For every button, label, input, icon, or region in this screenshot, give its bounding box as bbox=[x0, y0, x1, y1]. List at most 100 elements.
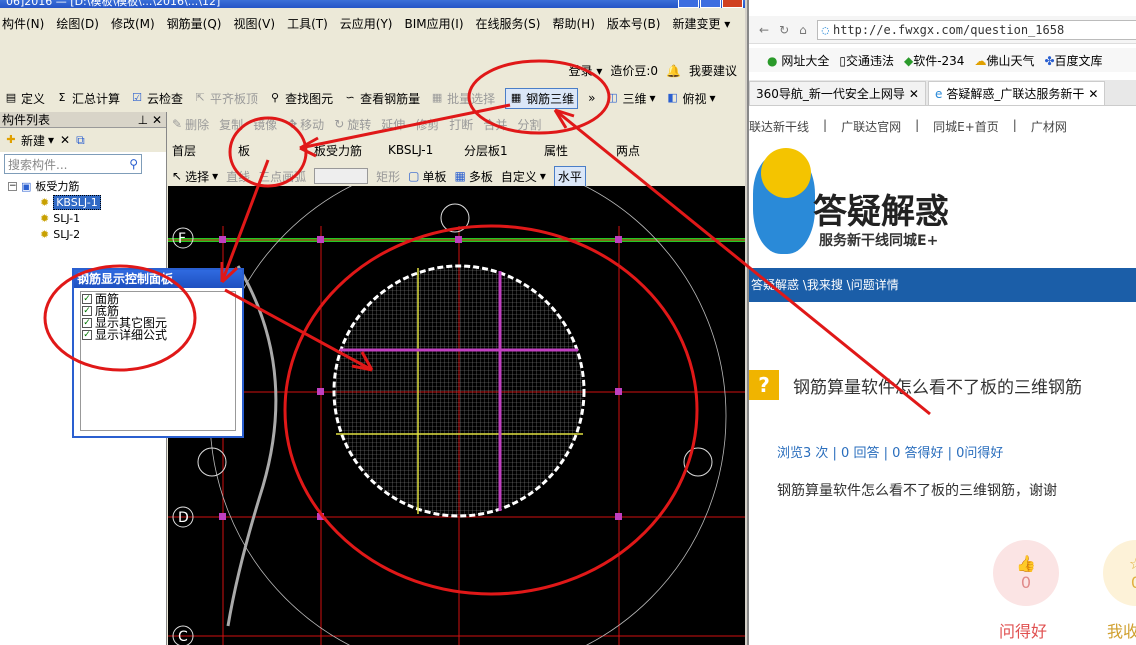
menu-item-component[interactable]: 构件(N) bbox=[2, 15, 44, 32]
bookmark-item[interactable]: ▯交通违法 bbox=[839, 52, 894, 69]
single-slab-button[interactable]: ▢ 单板 bbox=[408, 168, 446, 185]
check-icon[interactable]: ✓ bbox=[82, 330, 92, 340]
minimize-button[interactable] bbox=[678, 0, 699, 8]
close-icon[interactable]: ✕ bbox=[1088, 87, 1098, 101]
merge-button[interactable]: 合并 bbox=[483, 116, 507, 133]
check-icon[interactable]: ✓ bbox=[82, 306, 92, 316]
tree-item[interactable]: ✹ SLJ-1 bbox=[8, 210, 166, 226]
line-button[interactable]: 直线 bbox=[226, 168, 250, 185]
browser-tab[interactable]: 360导航_新一代安全上网导 ✕ bbox=[749, 81, 926, 105]
slab-circle[interactable] bbox=[332, 264, 586, 518]
overflow-chevron-icon[interactable]: » bbox=[588, 91, 595, 105]
subtype-select[interactable]: 板受力筋 bbox=[314, 142, 380, 159]
tree-item[interactable]: ✹ KBSLJ-1 bbox=[8, 194, 166, 210]
menu-item-rebar-qty[interactable]: 钢筋量(Q) bbox=[167, 15, 222, 32]
question-stats[interactable]: 浏览3 次 | 0 回答 | 0 答得好 | 0问得好 bbox=[777, 442, 1003, 461]
two-point-button[interactable]: 两点 bbox=[616, 142, 640, 159]
delete-button[interactable]: ✎ 删除 bbox=[172, 116, 209, 133]
cloud-check-button[interactable]: ☑ 云检查 bbox=[130, 90, 183, 107]
custom-button[interactable]: 自定义 ▾ bbox=[501, 168, 546, 185]
delete-icon[interactable]: ✕ bbox=[60, 133, 70, 147]
define-button[interactable]: ▤ 定义 bbox=[4, 90, 45, 107]
tree-item[interactable]: ✹ SLJ-2 bbox=[8, 226, 166, 242]
menu-item-help[interactable]: 帮助(H) bbox=[552, 15, 594, 32]
favorite-button[interactable]: ☆ 0 bbox=[1103, 540, 1136, 606]
find-element-button[interactable]: ⚲ 查找图元 bbox=[268, 90, 333, 107]
menu-item-online[interactable]: 在线服务(S) bbox=[476, 15, 541, 32]
cad-drawing-canvas[interactable]: F D C bbox=[168, 186, 745, 645]
maximize-button[interactable] bbox=[700, 0, 721, 8]
site-nav-link[interactable]: 广联达官网 bbox=[841, 118, 901, 138]
bookmark-item[interactable]: ● 网址大全 bbox=[767, 52, 829, 69]
bookmark-item[interactable]: ◆软件-234 bbox=[904, 52, 964, 69]
panel-pin-close-icon[interactable]: ⊥ ✕ bbox=[138, 113, 162, 127]
arc-option-select[interactable] bbox=[314, 168, 369, 184]
refresh-icon[interactable]: ↻ bbox=[779, 23, 789, 37]
new-component-button[interactable]: ✚ 新建 ▾ bbox=[4, 132, 54, 149]
option-show-formula[interactable]: ✓ 显示详细公式 bbox=[82, 329, 234, 341]
breadcrumb[interactable]: 答疑解惑 \我来搜 \问题详情 bbox=[749, 268, 1136, 302]
bookmark-item[interactable]: ☁佛山天气 bbox=[974, 52, 1034, 69]
menu-item-new-change[interactable]: 新建变更 ▾ bbox=[672, 15, 730, 32]
floor-select[interactable]: 首层 bbox=[172, 142, 230, 159]
multi-slab-button[interactable]: ▦ 多板 bbox=[455, 168, 493, 185]
bookmark-item[interactable]: ✤百度文库 bbox=[1044, 52, 1102, 69]
menu-item-modify[interactable]: 修改(M) bbox=[111, 15, 155, 32]
check-icon[interactable]: ✓ bbox=[82, 294, 92, 304]
top-right-bar: 登录 ▾ 造价豆:0 🔔 我要建议 bbox=[569, 62, 738, 79]
site-nav-link[interactable]: 同城E+首页 bbox=[933, 118, 999, 138]
bookmark-label: 软件-234 bbox=[913, 53, 965, 68]
feedback-button[interactable]: 我要建议 bbox=[689, 62, 737, 79]
home-icon[interactable]: ⌂ bbox=[799, 23, 807, 37]
view-rebar-button[interactable]: ∽ 查看钢筋量 bbox=[343, 90, 420, 107]
menu-item-view[interactable]: 视图(V) bbox=[233, 15, 275, 32]
copy-icon[interactable]: ⧉ bbox=[76, 133, 85, 148]
vote-good-button[interactable]: 👍 0 bbox=[993, 540, 1059, 606]
back-icon[interactable]: ← bbox=[759, 23, 769, 37]
site-nav-link[interactable]: 广材网 bbox=[1031, 118, 1067, 138]
break-button[interactable]: 打断 bbox=[449, 116, 473, 133]
mirror-button[interactable]: 镜像 bbox=[253, 116, 277, 133]
menu-item-tools[interactable]: 工具(T) bbox=[287, 15, 328, 32]
site-nav-link[interactable]: 联达新干线 bbox=[749, 118, 809, 138]
component-select[interactable]: KBSLJ-1 bbox=[388, 143, 456, 157]
site-logo[interactable]: 答疑解惑 服务新干线同城E+ bbox=[749, 148, 1136, 258]
trim-button[interactable]: 修剪 bbox=[415, 116, 439, 133]
browser-tab-active[interactable]: e 答疑解惑_广联达服务新干 ✕ bbox=[927, 81, 1106, 105]
menu-item-version[interactable]: 版本号(B) bbox=[607, 15, 661, 32]
bell-icon[interactable]: 🔔 bbox=[666, 64, 681, 78]
collapse-icon[interactable]: − bbox=[8, 181, 17, 191]
component-search-input[interactable]: 搜索构件... ⚲ bbox=[4, 154, 142, 174]
move-button[interactable]: ✥ 移动 bbox=[287, 116, 324, 133]
batch-select-button[interactable]: ▦ 批量选择 bbox=[430, 90, 495, 107]
tree-item-label: KBSLJ-1 bbox=[53, 194, 101, 210]
close-icon[interactable]: ✕ bbox=[909, 87, 919, 101]
menu-item-draw[interactable]: 绘图(D) bbox=[56, 15, 99, 32]
menu-item-cloud[interactable]: 云应用(Y) bbox=[340, 15, 393, 32]
arc-button[interactable]: 三点画弧 bbox=[258, 168, 306, 185]
check-icon[interactable]: ✓ bbox=[82, 318, 92, 328]
top-view-dropdown[interactable]: ◧ 俯视 ▾ bbox=[666, 90, 715, 107]
tree-root[interactable]: − ▣ 板受力筋 bbox=[8, 178, 166, 194]
rotate-button[interactable]: ↻ 旋转 bbox=[334, 116, 371, 133]
mascot-head bbox=[761, 148, 811, 198]
close-button[interactable] bbox=[722, 0, 743, 8]
select-button[interactable]: ↖ 选择 ▾ bbox=[172, 168, 218, 185]
url-input[interactable]: ◌ http://e.fwxgx.com/question_1658 bbox=[816, 19, 1136, 40]
type-select[interactable]: 板 bbox=[238, 142, 306, 159]
layer-select[interactable]: 分层板1 bbox=[464, 142, 536, 159]
horizontal-button[interactable]: 水平 bbox=[553, 165, 586, 187]
attribute-button[interactable]: 属性 bbox=[544, 142, 568, 159]
3d-view-dropdown[interactable]: ◫ 三维 ▾ bbox=[605, 90, 655, 107]
split-button[interactable]: 分割 bbox=[517, 116, 541, 133]
align-top-button[interactable]: ⇱ 平齐板顶 bbox=[193, 90, 258, 107]
search-icon[interactable]: ⚲ bbox=[129, 157, 138, 171]
rebar-3d-button[interactable]: ▦ 钢筋三维 bbox=[505, 87, 579, 109]
copy-button[interactable]: 复制 bbox=[219, 116, 243, 133]
rect-button[interactable]: 矩形 bbox=[376, 168, 400, 185]
cad-drawing[interactable]: F D C bbox=[168, 186, 745, 645]
login-dropdown[interactable]: 登录 ▾ bbox=[569, 62, 603, 79]
summary-calc-button[interactable]: Σ 汇总计算 bbox=[55, 90, 121, 107]
menu-item-bim[interactable]: BIM应用(I) bbox=[404, 15, 463, 32]
extend-button[interactable]: 延伸 bbox=[381, 116, 405, 133]
